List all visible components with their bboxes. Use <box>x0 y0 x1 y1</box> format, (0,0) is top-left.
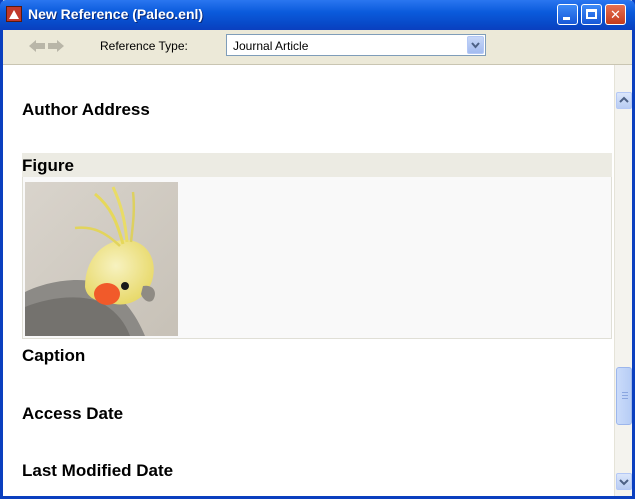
reference-type-value: Journal Article <box>233 39 309 53</box>
app-icon <box>6 6 22 22</box>
field-figure[interactable]: Figure <box>22 156 74 176</box>
scroll-thumb[interactable] <box>616 367 632 425</box>
window-title: New Reference (Paleo.enl) <box>28 6 204 22</box>
reference-type-select[interactable]: Journal Article <box>226 34 486 56</box>
close-icon: ✕ <box>610 7 621 22</box>
reference-type-label: Reference Type: <box>100 39 188 53</box>
figure-header-band <box>22 153 612 177</box>
scroll-down-button[interactable] <box>616 473 632 490</box>
scroll-down-icon <box>619 479 629 486</box>
grip-line <box>622 398 628 399</box>
maximize-icon <box>586 9 597 19</box>
reference-window: New Reference (Paleo.enl) ✕ Reference Ty… <box>0 0 635 499</box>
field-access-date[interactable]: Access Date <box>22 404 123 424</box>
field-caption[interactable]: Caption <box>22 346 85 366</box>
close-button[interactable]: ✕ <box>605 4 626 25</box>
field-last-modified-date[interactable]: Last Modified Date <box>22 461 173 481</box>
minimize-icon <box>563 17 570 20</box>
minimize-button[interactable] <box>557 4 578 25</box>
grip-line <box>622 395 628 396</box>
chevron-down-icon <box>471 42 480 49</box>
title-bar[interactable]: New Reference (Paleo.enl) ✕ <box>0 0 635 30</box>
scroll-up-button[interactable] <box>616 92 632 109</box>
forward-arrow-icon[interactable] <box>48 39 64 53</box>
dropdown-button[interactable] <box>467 36 484 54</box>
back-arrow-icon[interactable] <box>29 39 45 53</box>
grip-line <box>622 392 628 393</box>
maximize-button[interactable] <box>581 4 602 25</box>
field-author-address[interactable]: Author Address <box>22 100 150 120</box>
reference-fields-panel: Author Address Figure Caption Access Dat… <box>3 65 632 496</box>
toolbar: Reference Type: Journal Article <box>3 30 632 65</box>
vertical-scrollbar[interactable] <box>614 65 632 496</box>
figure-image[interactable] <box>25 182 178 336</box>
scroll-up-icon <box>619 96 629 103</box>
